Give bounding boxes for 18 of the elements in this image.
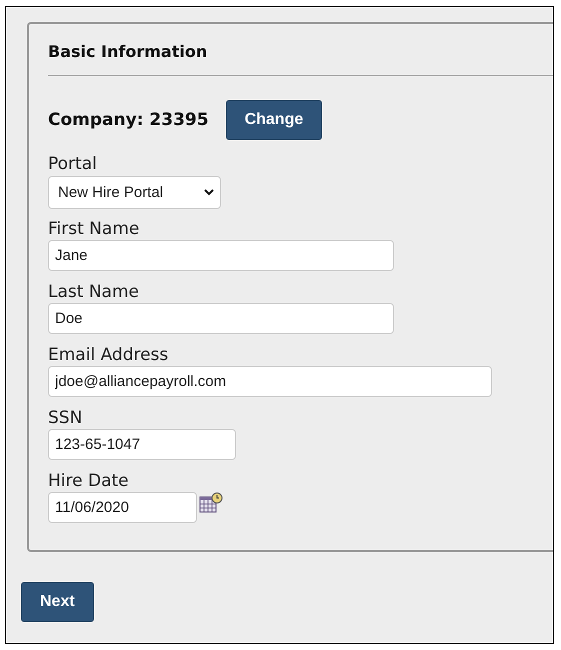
calendar-icon[interactable] — [199, 492, 223, 514]
input-field[interactable]: Jane — [48, 240, 394, 271]
date-field[interactable]: 11/06/2020 — [48, 492, 197, 523]
field-label: SSN — [48, 408, 82, 428]
portal-dropdown[interactable]: New Hire Portal — [48, 176, 221, 209]
input-field[interactable]: jdoe@alliancepayroll.com — [48, 366, 492, 397]
section-title: Basic Information — [48, 42, 208, 63]
field-label: Last Name — [48, 282, 139, 302]
input-field[interactable]: 123-65-1047 — [48, 429, 236, 460]
next-button[interactable]: Next — [21, 582, 94, 622]
field-label: Portal — [48, 154, 97, 174]
company-label: Company: 23395 — [48, 110, 209, 130]
field-label: Hire Date — [48, 471, 129, 491]
field-label: Email Address — [48, 345, 168, 365]
change-button[interactable]: Change — [226, 100, 322, 140]
input-field[interactable]: Doe — [48, 303, 394, 334]
field-label: First Name — [48, 219, 140, 239]
chevron-down-icon — [204, 189, 214, 196]
